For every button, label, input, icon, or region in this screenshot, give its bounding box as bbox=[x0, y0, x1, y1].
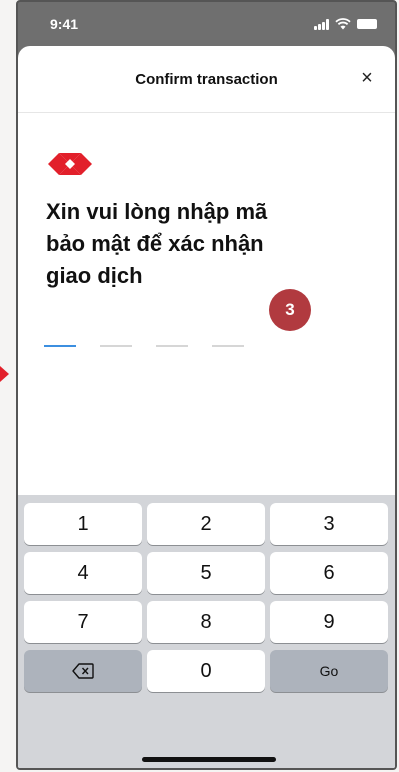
status-time: 9:41 bbox=[50, 16, 79, 32]
key-2[interactable]: 2 bbox=[147, 503, 265, 545]
phone-frame: 9:41 Confirm transaction × Xin vui lòng … bbox=[16, 0, 397, 770]
sheet-header: Confirm transaction × bbox=[18, 46, 395, 113]
pin-slot bbox=[44, 345, 76, 347]
backspace-key[interactable] bbox=[24, 650, 142, 692]
confirm-transaction-sheet: Confirm transaction × Xin vui lòng nhập … bbox=[18, 46, 395, 768]
home-indicator bbox=[142, 757, 276, 762]
pointer-arrow-icon bbox=[0, 366, 9, 382]
key-6[interactable]: 6 bbox=[270, 552, 388, 594]
key-7[interactable]: 7 bbox=[24, 601, 142, 643]
close-button[interactable]: × bbox=[357, 67, 377, 89]
pin-slot bbox=[212, 345, 244, 347]
key-1[interactable]: 1 bbox=[24, 503, 142, 545]
pin-slot bbox=[100, 345, 132, 347]
key-0[interactable]: 0 bbox=[147, 650, 265, 692]
numeric-keypad: 1 2 3 4 5 6 7 8 9 0 Go bbox=[18, 495, 395, 768]
key-5[interactable]: 5 bbox=[147, 552, 265, 594]
passcode-prompt: Xin vui lòng nhập mã bảo mật để xác nhận… bbox=[46, 199, 268, 288]
backspace-icon bbox=[72, 663, 94, 679]
page-title: Confirm transaction bbox=[135, 70, 278, 88]
key-8[interactable]: 8 bbox=[147, 601, 265, 643]
signal-icon bbox=[314, 18, 329, 30]
key-3[interactable]: 3 bbox=[270, 503, 388, 545]
pin-slot bbox=[156, 345, 188, 347]
status-bar: 9:41 bbox=[18, 2, 395, 46]
battery-icon bbox=[357, 19, 377, 29]
wifi-icon bbox=[335, 18, 351, 30]
step-badge: 3 bbox=[269, 289, 311, 331]
go-key[interactable]: Go bbox=[270, 650, 388, 692]
key-9[interactable]: 9 bbox=[270, 601, 388, 643]
status-icons bbox=[314, 18, 377, 30]
pin-input[interactable] bbox=[44, 345, 244, 347]
key-4[interactable]: 4 bbox=[24, 552, 142, 594]
bank-logo-icon bbox=[48, 153, 92, 175]
